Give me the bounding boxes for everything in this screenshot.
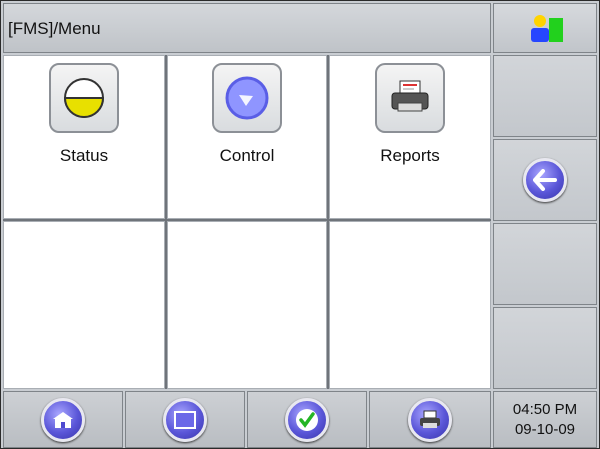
title-bar: [FMS]/Menu [3, 3, 491, 53]
menu-item-empty [329, 221, 491, 389]
menu-item-empty [3, 221, 165, 389]
user-status-box[interactable] [493, 3, 597, 53]
tank-level-icon [49, 63, 119, 133]
back-button[interactable] [493, 139, 597, 221]
time-text: 04:50 PM [512, 401, 578, 418]
printer-icon [375, 63, 445, 133]
back-arrow-icon [523, 158, 567, 202]
menu-item-label: Status [59, 146, 109, 165]
user-icon [530, 14, 566, 44]
print-button[interactable] [369, 391, 491, 448]
home-button[interactable] [3, 391, 123, 448]
printer-icon [408, 397, 452, 442]
side-button-3[interactable] [493, 223, 597, 305]
date-text: 09-10-09 [514, 421, 576, 438]
confirm-button[interactable] [247, 391, 367, 448]
home-icon [41, 397, 85, 442]
menu-grid: Status Control Reports [3, 55, 491, 389]
gauge-icon [212, 63, 282, 133]
menu-window-button[interactable] [125, 391, 245, 448]
menu-item-control[interactable]: Control [167, 55, 327, 219]
window-title: [FMS]/Menu [8, 19, 101, 38]
app-window: [FMS]/Menu Status Control Reports 04:50 … [0, 0, 600, 449]
menu-item-label: Control [219, 146, 275, 165]
clock-panel: 04:50 PM 09-10-09 [493, 391, 597, 448]
menu-item-status[interactable]: Status [3, 55, 165, 219]
side-button-4[interactable] [493, 307, 597, 389]
side-button-1[interactable] [493, 55, 597, 137]
menu-item-empty [167, 221, 327, 389]
check-icon [285, 397, 329, 442]
menu-item-label: Reports [380, 146, 440, 165]
menu-window-icon [163, 397, 207, 442]
menu-item-reports[interactable]: Reports [329, 55, 491, 219]
